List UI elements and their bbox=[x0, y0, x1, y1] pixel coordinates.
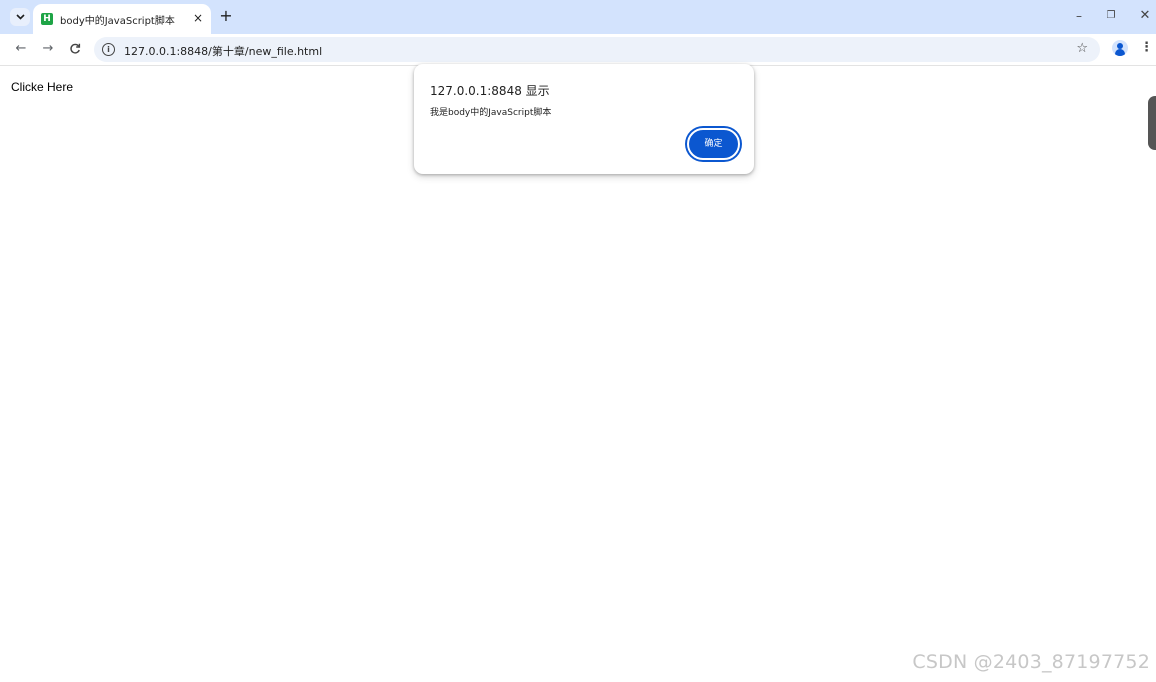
browser-toolbar: ← → i 127.0.0.1:8848/第十章/new_file.html ☆ bbox=[0, 34, 1156, 66]
more-menu-icon[interactable]: ⋮ bbox=[1140, 40, 1153, 56]
chevron-down-icon bbox=[15, 14, 25, 20]
tab-search-button[interactable] bbox=[10, 8, 30, 26]
restore-button[interactable]: ❐ bbox=[1101, 6, 1121, 26]
tab-strip: H body中的JavaScript脚本 × + – ❐ ✕ bbox=[0, 0, 1156, 34]
tab-title: body中的JavaScript脚本 bbox=[60, 15, 175, 27]
dialog-title: 127.0.0.1:8848 显示 bbox=[430, 84, 550, 98]
bookmark-star-icon[interactable]: ☆ bbox=[1076, 41, 1088, 56]
clicke-here-text[interactable]: Clicke Here bbox=[11, 80, 73, 94]
alert-dialog: 127.0.0.1:8848 显示 我是body中的JavaScript脚本 确… bbox=[414, 64, 754, 174]
html-file-icon: H bbox=[41, 13, 53, 25]
active-tab[interactable]: H body中的JavaScript脚本 × bbox=[33, 4, 211, 34]
dialog-message: 我是body中的JavaScript脚本 bbox=[430, 108, 552, 118]
avatar-body bbox=[1115, 49, 1125, 56]
back-button[interactable]: ← bbox=[12, 40, 30, 58]
side-panel-handle[interactable] bbox=[1148, 96, 1156, 150]
reload-button[interactable] bbox=[66, 40, 84, 58]
forward-button[interactable]: → bbox=[39, 40, 57, 58]
new-tab-button[interactable]: + bbox=[218, 6, 234, 26]
ok-button[interactable]: 确定 bbox=[687, 128, 740, 160]
csdn-watermark: CSDN @2403_87197752 bbox=[912, 651, 1150, 673]
profile-avatar-icon[interactable] bbox=[1112, 40, 1128, 56]
address-bar[interactable]: i 127.0.0.1:8848/第十章/new_file.html ☆ bbox=[94, 37, 1100, 62]
url-text[interactable]: 127.0.0.1:8848/第十章/new_file.html bbox=[124, 43, 322, 59]
site-info-icon[interactable]: i bbox=[102, 43, 115, 56]
reload-icon bbox=[70, 43, 81, 54]
tab-close-icon[interactable]: × bbox=[191, 11, 205, 25]
minimize-button[interactable]: – bbox=[1069, 6, 1089, 26]
close-window-button[interactable]: ✕ bbox=[1135, 6, 1155, 26]
